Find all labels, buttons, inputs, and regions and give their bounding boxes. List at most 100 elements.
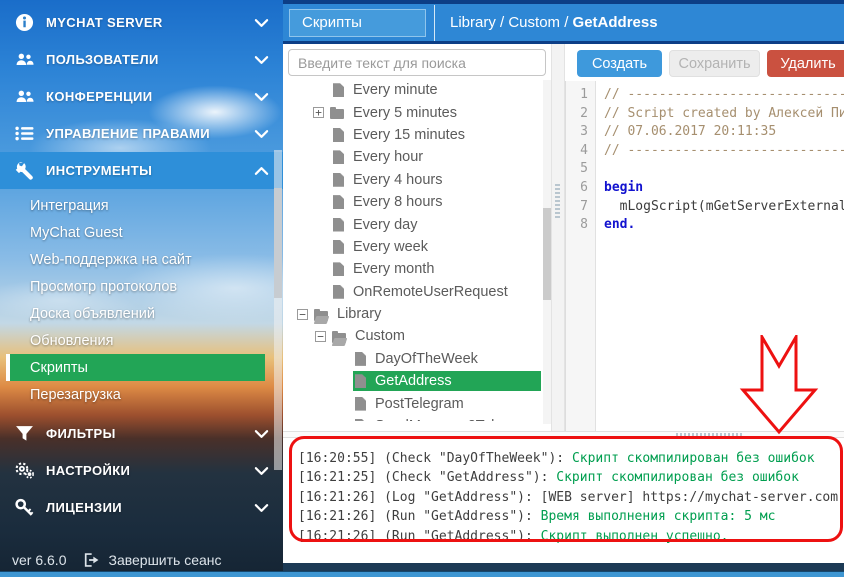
expander-icon[interactable]: + bbox=[313, 107, 324, 118]
sidebar-item[interactable]: УПРАВЛЕНИЕ ПРАВАМИ bbox=[0, 115, 283, 152]
code-editor[interactable]: 1 // -----------------------------------… bbox=[565, 81, 844, 431]
tree-item[interactable]: Every hour bbox=[283, 146, 541, 168]
tree-item[interactable]: Every 15 minutes bbox=[283, 124, 541, 146]
submenu-item[interactable]: Интеграция bbox=[0, 192, 283, 219]
code-line[interactable]: 2 // Script created by Алексей Пикуров bbox=[566, 105, 844, 124]
tree-item[interactable]: GetAddress bbox=[283, 370, 541, 392]
sidebar-item-label: ФИЛЬТРЫ bbox=[46, 426, 116, 441]
tree-item-body[interactable]: Custom bbox=[332, 326, 541, 346]
tree-item-body[interactable]: Every 15 minutes bbox=[331, 125, 541, 145]
sidebar-item[interactable]: ЛИЦЕНЗИИ bbox=[0, 489, 283, 526]
log-message: [WEB server] https://mychat-server.com bbox=[541, 490, 838, 505]
tree-item-label: GetAddress bbox=[375, 373, 458, 389]
tree-item[interactable]: − Library bbox=[283, 303, 541, 325]
tree-item-label: PostTelegram bbox=[375, 396, 470, 412]
horizontal-splitter[interactable] bbox=[283, 431, 844, 438]
create-button[interactable]: Создать bbox=[577, 50, 662, 77]
tree-item[interactable]: DayOfTheWeek bbox=[283, 348, 541, 370]
sidebar-scrollbar-thumb[interactable] bbox=[274, 188, 282, 298]
submenu-item-label: MyChat Guest bbox=[30, 225, 123, 241]
tree-item[interactable]: PostTelegram bbox=[283, 392, 541, 414]
folder-open-icon bbox=[332, 333, 346, 343]
code-line[interactable]: 8 end. bbox=[566, 216, 844, 235]
tree-item[interactable]: Every week bbox=[283, 236, 541, 258]
code-line[interactable]: 4 // -----------------------------------… bbox=[566, 142, 844, 161]
code-line[interactable]: 3 // 07.06.2017 20:11:35 bbox=[566, 123, 844, 142]
expander-icon[interactable]: − bbox=[297, 309, 308, 320]
tree-item-body[interactable]: Every 8 hours bbox=[331, 192, 541, 212]
logout-button[interactable]: Завершить сеанс bbox=[84, 552, 221, 568]
sidebar-item[interactable]: MYCHAT SERVER bbox=[0, 4, 283, 41]
tree-item-body[interactable]: GetAddress bbox=[353, 371, 541, 391]
log-message: Скрипт скомпилирован без ошибок bbox=[556, 470, 799, 485]
tree-item-body[interactable]: Every month bbox=[331, 259, 541, 279]
tree-item-body[interactable]: PostTelegram bbox=[353, 394, 541, 414]
chevron-down-icon bbox=[254, 429, 269, 439]
line-number: 3 bbox=[566, 123, 595, 142]
splitter-grip-icon[interactable] bbox=[555, 184, 560, 220]
log-timestamp-prefix: [16:20:55] (Check "DayOfTheWeek"): bbox=[298, 451, 572, 466]
splitter-grip-icon[interactable] bbox=[676, 433, 742, 436]
submenu-item[interactable]: MyChat Guest bbox=[0, 219, 283, 246]
main-area: Скрипты Library / Custom / GetAddress Ev… bbox=[283, 0, 844, 577]
submenu-item[interactable]: Скрипты bbox=[6, 354, 265, 381]
tree-item-body[interactable]: Every day bbox=[331, 215, 541, 235]
code-line[interactable]: 7 mLogScript(mGetServerExternalAddress bbox=[566, 198, 844, 217]
sidebar-item-label: ЛИЦЕНЗИИ bbox=[46, 500, 122, 515]
delete-button[interactable]: Удалить bbox=[767, 50, 844, 77]
tree-item-body[interactable]: Every minute bbox=[331, 80, 541, 100]
expander-icon[interactable]: − bbox=[315, 331, 326, 342]
submenu-item[interactable]: Обновления bbox=[0, 327, 283, 354]
tree-item[interactable]: Every 4 hours bbox=[283, 169, 541, 191]
line-number: 8 bbox=[566, 216, 595, 235]
tree-item-label: Custom bbox=[355, 328, 411, 344]
tree-item[interactable]: Every day bbox=[283, 213, 541, 235]
tree-scrollbar-thumb[interactable] bbox=[543, 208, 551, 300]
tree-item-body[interactable]: DayOfTheWeek bbox=[353, 349, 541, 369]
tab-scripts[interactable]: Скрипты bbox=[289, 9, 426, 37]
code-text: end. bbox=[595, 216, 635, 235]
tree-item[interactable]: SendMessage2Telegram bbox=[283, 415, 541, 421]
code-line[interactable]: 1 // -----------------------------------… bbox=[566, 86, 844, 105]
breadcrumb-path: Library / Custom / bbox=[450, 14, 573, 31]
expander-glyph: − bbox=[299, 310, 306, 319]
tree-item-body[interactable]: Every week bbox=[331, 237, 541, 257]
tree-item[interactable]: Every month bbox=[283, 258, 541, 280]
tree-item-body[interactable]: Library bbox=[314, 304, 541, 324]
tree-item[interactable]: − Custom bbox=[283, 325, 541, 347]
sidebar-scrollbar[interactable] bbox=[274, 150, 282, 470]
search-input[interactable] bbox=[288, 49, 546, 76]
tree-item-body[interactable]: Every 4 hours bbox=[331, 170, 541, 190]
tree-item-body[interactable]: Every 5 minutes bbox=[330, 103, 541, 123]
log-line: [16:21:26] (Run "GetAddress"): Скрипт вы… bbox=[298, 527, 844, 546]
tree-item-body[interactable]: Every hour bbox=[331, 147, 541, 167]
tree-item[interactable]: Every minute bbox=[283, 79, 541, 101]
tree-item[interactable]: OnRemoteUserRequest bbox=[283, 281, 541, 303]
submenu-item[interactable]: Доска объявлений bbox=[0, 300, 283, 327]
tree-item[interactable]: + Every 5 minutes bbox=[283, 101, 541, 123]
line-number: 5 bbox=[566, 160, 595, 179]
tree-item[interactable]: Every 8 hours bbox=[283, 191, 541, 213]
sidebar-item[interactable]: ПОЛЬЗОВАТЕЛИ bbox=[0, 41, 283, 78]
chevron-down-icon bbox=[254, 92, 269, 102]
code-line[interactable]: 6 begin bbox=[566, 179, 844, 198]
tree-item-label: SendMessage2Telegram bbox=[375, 418, 541, 421]
code-line[interactable]: 5 bbox=[566, 160, 844, 179]
vertical-splitter[interactable] bbox=[551, 44, 565, 431]
chevron-down-icon bbox=[254, 466, 269, 476]
sidebar-item[interactable]: ФИЛЬТРЫ bbox=[0, 415, 283, 452]
submenu-item[interactable]: Просмотр протоколов bbox=[0, 273, 283, 300]
sidebar-item[interactable]: ИНСТРУМЕНТЫ bbox=[0, 152, 283, 189]
submenu-item[interactable]: Перезагрузка bbox=[0, 381, 283, 408]
script-log-console: [16:20:55] (Check "DayOfTheWeek"): Скрип… bbox=[283, 438, 844, 563]
tree-item-body[interactable]: SendMessage2Telegram bbox=[353, 416, 541, 421]
sidebar-item-label: MYCHAT SERVER bbox=[46, 15, 163, 30]
sidebar-item[interactable]: КОНФЕРЕНЦИИ bbox=[0, 78, 283, 115]
tree-item-body[interactable]: OnRemoteUserRequest bbox=[331, 282, 541, 302]
file-icon bbox=[355, 419, 366, 421]
filter-icon bbox=[14, 424, 34, 444]
save-button[interactable]: Сохранить bbox=[669, 50, 760, 77]
tree-scrollbar[interactable] bbox=[543, 80, 551, 424]
sidebar-item[interactable]: НАСТРОЙКИ bbox=[0, 452, 283, 489]
submenu-item[interactable]: Web-поддержка на сайт bbox=[0, 246, 283, 273]
